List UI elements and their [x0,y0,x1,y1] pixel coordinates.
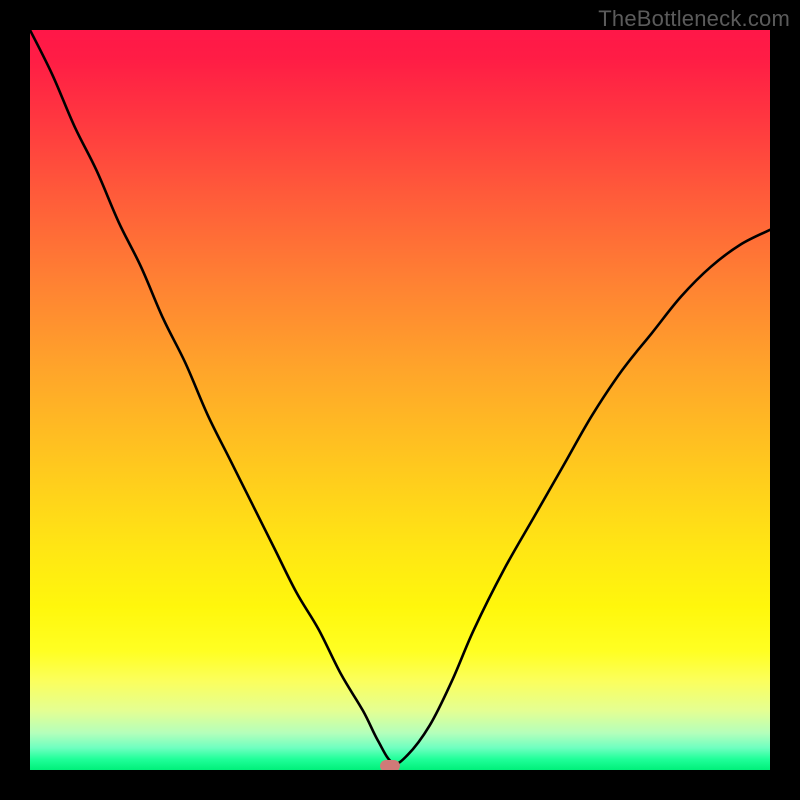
watermark-text: TheBottleneck.com [598,6,790,32]
chart-frame: TheBottleneck.com [0,0,800,800]
plot-area [30,30,770,770]
bottleneck-marker-icon [380,760,400,770]
gradient-background [30,30,770,770]
